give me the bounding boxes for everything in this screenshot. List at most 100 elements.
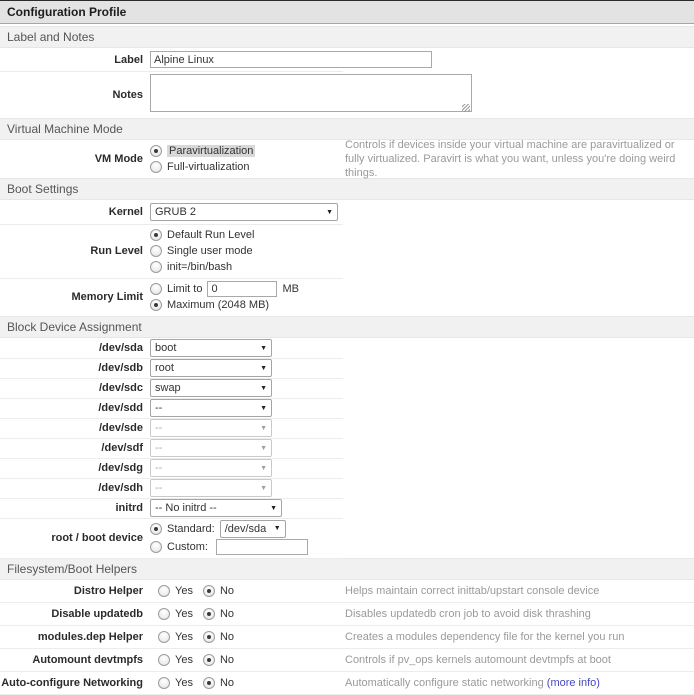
dev-sdh-select: -- ▼ bbox=[150, 479, 272, 497]
modules-dep-yes-radio[interactable] bbox=[158, 631, 170, 643]
no-option-label[interactable]: No bbox=[220, 677, 234, 689]
dropdown-arrow-icon: ▼ bbox=[260, 365, 267, 372]
full-virtualization-option-label[interactable]: Full-virtualization bbox=[167, 161, 250, 173]
custom-root-label[interactable]: Custom: bbox=[167, 541, 208, 553]
automount-devtmpfs-help-text: Controls if pv_ops kernels automount dev… bbox=[345, 653, 688, 667]
dropdown-arrow-icon: ▼ bbox=[270, 505, 277, 512]
yes-option-label[interactable]: Yes bbox=[175, 677, 193, 689]
default-run-level-radio[interactable] bbox=[150, 229, 162, 241]
dev-sde-select-value: -- bbox=[155, 422, 162, 434]
dropdown-arrow-icon: ▼ bbox=[326, 209, 333, 216]
root-boot-device-label: root / boot device bbox=[0, 532, 150, 544]
dropdown-arrow-icon: ▼ bbox=[260, 345, 267, 352]
dev-sdh-row: /dev/sdh -- ▼ bbox=[0, 478, 694, 498]
auto-configure-networking-help-inline: Automatically configure static networkin… bbox=[345, 677, 544, 689]
custom-root-radio[interactable] bbox=[150, 541, 162, 553]
label-field-label: Label bbox=[0, 54, 150, 66]
paravirtualization-radio[interactable] bbox=[150, 145, 162, 157]
dev-sdh-select-value: -- bbox=[155, 482, 162, 494]
label-row: Label bbox=[0, 48, 694, 71]
standard-root-label[interactable]: Standard: bbox=[167, 523, 215, 535]
standard-root-radio[interactable] bbox=[150, 523, 162, 535]
no-option-label[interactable]: No bbox=[220, 631, 234, 643]
dev-sde-row: /dev/sde -- ▼ bbox=[0, 418, 694, 438]
section-header-block-devices: Block Device Assignment bbox=[0, 316, 694, 338]
dev-sdb-select[interactable]: root ▼ bbox=[150, 359, 272, 377]
dev-sdd-label: /dev/sdd bbox=[0, 402, 150, 414]
dev-sdd-select[interactable]: -- ▼ bbox=[150, 399, 272, 417]
initrd-row: initrd -- No initrd -- ▼ bbox=[0, 498, 694, 518]
section-header-boot-settings: Boot Settings bbox=[0, 178, 694, 200]
kernel-select[interactable]: GRUB 2 ▼ bbox=[150, 203, 338, 221]
distro-helper-no-radio[interactable] bbox=[203, 585, 215, 597]
dev-sdc-row: /dev/sdc swap ▼ bbox=[0, 378, 694, 398]
section-header-label-and-notes: Label and Notes bbox=[0, 26, 694, 48]
dropdown-arrow-icon: ▼ bbox=[260, 385, 267, 392]
automount-devtmpfs-no-radio[interactable] bbox=[203, 654, 215, 666]
more-info-link[interactable]: (more info) bbox=[547, 677, 600, 689]
no-option-label[interactable]: No bbox=[220, 654, 234, 666]
default-run-level-option-label[interactable]: Default Run Level bbox=[167, 229, 254, 241]
notes-field-label: Notes bbox=[0, 89, 150, 101]
dev-sdf-label: /dev/sdf bbox=[0, 442, 150, 454]
dropdown-arrow-icon: ▼ bbox=[260, 445, 267, 452]
custom-root-device-input[interactable] bbox=[216, 539, 308, 555]
no-option-label[interactable]: No bbox=[220, 585, 234, 597]
limit-to-radio[interactable] bbox=[150, 283, 162, 295]
kernel-row: Kernel GRUB 2 ▼ bbox=[0, 200, 694, 224]
root-boot-device-row: root / boot device Standard: /dev/sda ▼ … bbox=[0, 518, 694, 558]
dev-sdf-select: -- ▼ bbox=[150, 439, 272, 457]
dev-sdb-select-value: root bbox=[155, 362, 174, 374]
dev-sde-label: /dev/sde bbox=[0, 422, 150, 434]
init-bin-bash-radio[interactable] bbox=[150, 261, 162, 273]
no-option-label[interactable]: No bbox=[220, 608, 234, 620]
maximum-memory-option-label[interactable]: Maximum (2048 MB) bbox=[167, 299, 269, 311]
single-user-mode-radio[interactable] bbox=[150, 245, 162, 257]
init-bin-bash-option-label[interactable]: init=/bin/bash bbox=[167, 261, 232, 273]
distro-helper-yes-radio[interactable] bbox=[158, 585, 170, 597]
yes-option-label[interactable]: Yes bbox=[175, 654, 193, 666]
dev-sdg-select-value: -- bbox=[155, 462, 162, 474]
yes-option-label[interactable]: Yes bbox=[175, 631, 193, 643]
paravirtualization-option-label[interactable]: Paravirtualization bbox=[167, 145, 255, 157]
dev-sdg-row: /dev/sdg -- ▼ bbox=[0, 458, 694, 478]
dev-sda-select[interactable]: boot ▼ bbox=[150, 339, 272, 357]
memory-limit-input[interactable] bbox=[207, 281, 277, 297]
yes-option-label[interactable]: Yes bbox=[175, 608, 193, 620]
dropdown-arrow-icon: ▼ bbox=[260, 405, 267, 412]
dev-sdc-select[interactable]: swap ▼ bbox=[150, 379, 272, 397]
modules-dep-helper-row: modules.dep Helper Yes No Creates a modu… bbox=[0, 626, 694, 649]
dev-sda-row: /dev/sda boot ▼ bbox=[0, 338, 694, 358]
vm-mode-help-text: Controls if devices inside your virtual … bbox=[345, 138, 688, 180]
distro-helper-help-text: Helps maintain correct inittab/upstart c… bbox=[345, 584, 688, 598]
maximum-memory-radio[interactable] bbox=[150, 299, 162, 311]
disable-updatedb-yes-radio[interactable] bbox=[158, 608, 170, 620]
section-header-vm-mode: Virtual Machine Mode bbox=[0, 118, 694, 140]
dev-sdb-label: /dev/sdb bbox=[0, 362, 150, 374]
initrd-select[interactable]: -- No initrd -- ▼ bbox=[150, 499, 282, 517]
dev-sdg-label: /dev/sdg bbox=[0, 462, 150, 474]
automount-devtmpfs-label: Automount devtmpfs bbox=[0, 654, 150, 666]
modules-dep-no-radio[interactable] bbox=[203, 631, 215, 643]
vm-mode-row: VM Mode Paravirtualization Full-virtuali… bbox=[0, 140, 694, 178]
auto-configure-networking-no-radio[interactable] bbox=[203, 677, 215, 689]
auto-configure-networking-yes-radio[interactable] bbox=[158, 677, 170, 689]
dev-sde-select: -- ▼ bbox=[150, 419, 272, 437]
initrd-select-value: -- No initrd -- bbox=[155, 502, 217, 514]
standard-root-device-select[interactable]: /dev/sda ▼ bbox=[220, 520, 286, 538]
full-virtualization-radio[interactable] bbox=[150, 161, 162, 173]
dev-sdb-row: /dev/sdb root ▼ bbox=[0, 358, 694, 378]
notes-textarea[interactable] bbox=[150, 74, 472, 112]
yes-option-label[interactable]: Yes bbox=[175, 585, 193, 597]
memory-limit-label: Memory Limit bbox=[0, 291, 150, 303]
disable-updatedb-no-radio[interactable] bbox=[203, 608, 215, 620]
limit-to-option-label[interactable]: Limit to bbox=[167, 283, 202, 295]
run-level-label: Run Level bbox=[0, 245, 150, 257]
dev-sda-select-value: boot bbox=[155, 342, 176, 354]
auto-configure-networking-help-text: Automatically configure static networkin… bbox=[345, 676, 688, 690]
dev-sdd-row: /dev/sdd -- ▼ bbox=[0, 398, 694, 418]
dev-sda-label: /dev/sda bbox=[0, 342, 150, 354]
single-user-mode-option-label[interactable]: Single user mode bbox=[167, 245, 253, 257]
automount-devtmpfs-yes-radio[interactable] bbox=[158, 654, 170, 666]
label-input[interactable] bbox=[150, 51, 432, 68]
